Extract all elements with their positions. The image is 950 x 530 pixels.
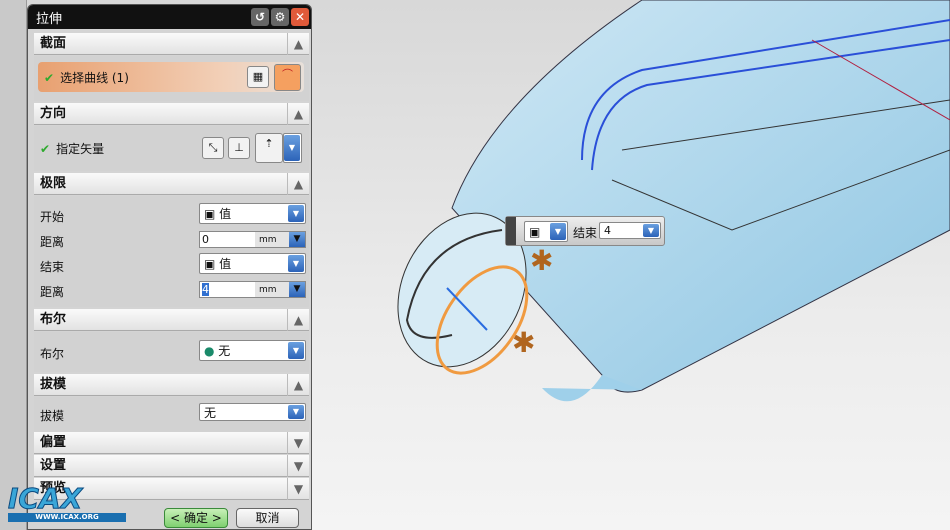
boolean-dropdown[interactable]: ● 无 ▼	[199, 340, 306, 361]
cube-icon: ▣	[204, 256, 220, 271]
limits-body: 开始 ▣ 值 ▼ 距离 0 mm ▼ 结束 ▣ 值 ▼ 距离 4 mm ▼	[34, 196, 309, 307]
svg-text:✱: ✱	[512, 326, 535, 359]
start-dropdown[interactable]: ▣ 值 ▼	[199, 203, 306, 224]
extrude-dialog: 拉伸 ↺ ⚙ ✕ 截面 ▲ ✔ 选择曲线 (1) ▦ ⌒ 方向 ▲ ✔ 指定矢量 ⤡ ⊥…	[27, 4, 312, 530]
boolean-none-icon: ●	[204, 343, 219, 358]
chevron-down-icon: ▼	[287, 432, 309, 454]
check-icon: ✔	[40, 142, 51, 156]
gear-icon[interactable]: ⚙	[271, 8, 289, 26]
section-header-limits[interactable]: 极限 ▲	[34, 173, 309, 195]
drag-handle[interactable]	[506, 217, 516, 245]
sketch-section-icon[interactable]: ▦	[247, 66, 269, 88]
close-icon[interactable]: ✕	[291, 8, 309, 26]
section-header-boolean[interactable]: 布尔 ▲	[34, 309, 309, 331]
end-label: 结束	[40, 260, 65, 274]
end-value-input[interactable]: 4 ▼	[599, 222, 661, 239]
check-icon: ✔	[44, 71, 55, 85]
model-viewport[interactable]: ✱ ✱	[312, 0, 950, 530]
draft-dropdown[interactable]: 无 ▼	[199, 403, 306, 421]
svg-text:✱: ✱	[530, 244, 553, 277]
watermark-logo: ICAX WWW.ICAX.ORG	[8, 484, 126, 525]
reset-icon[interactable]: ↺	[251, 8, 269, 26]
draft-body: 拔模 无 ▼	[34, 397, 309, 432]
section-header-section[interactable]: 截面 ▲	[34, 33, 309, 55]
vector-dialog-icon[interactable]: ⊥	[228, 137, 250, 159]
vector-dropdown[interactable]: ▼	[283, 133, 302, 163]
boolean-label: 布尔	[40, 347, 65, 361]
section-header-direction[interactable]: 方向 ▲	[34, 103, 309, 125]
section-header-offset[interactable]: 偏置 ▼	[34, 432, 309, 454]
start-distance-input[interactable]: 0 mm ▼	[199, 231, 306, 248]
left-strip	[0, 0, 27, 530]
section-body: ✔ 选择曲线 (1) ▦ ⌒	[34, 56, 309, 101]
distance1-label: 距离	[40, 235, 65, 249]
boolean-body: 布尔 ● 无 ▼	[34, 332, 309, 372]
section-header-settings[interactable]: 设置 ▼	[34, 455, 309, 477]
reverse-direction-icon[interactable]: ⤡	[202, 137, 224, 159]
chevron-down-icon: ▼	[287, 478, 309, 500]
floating-end-input: ▣ ▼ 结束 4 ▼	[505, 216, 665, 246]
chevron-up-icon: ▲	[287, 309, 309, 331]
start-label: 开始	[40, 210, 65, 224]
arrow-down-icon[interactable]: ▼	[289, 232, 305, 247]
title-bar: 拉伸 ↺ ⚙ ✕	[28, 5, 311, 29]
cube-icon: ▣	[529, 224, 541, 239]
end-label: 结束	[573, 226, 598, 240]
draft-label: 拔模	[40, 409, 65, 423]
end-distance-input[interactable]: 4 mm ▼	[199, 281, 306, 298]
chevron-up-icon: ▲	[287, 374, 309, 396]
distance2-label: 距离	[40, 285, 65, 299]
chevron-up-icon: ▲	[287, 103, 309, 125]
chevron-up-icon: ▲	[287, 173, 309, 195]
section-header-draft[interactable]: 拔模 ▲	[34, 374, 309, 396]
arrow-down-icon[interactable]: ▼	[289, 282, 305, 297]
vector-type-icon[interactable]: ⇡	[255, 133, 283, 163]
chevron-up-icon: ▲	[287, 33, 309, 55]
cube-icon: ▣	[204, 206, 220, 221]
curve-icon[interactable]: ⌒	[274, 64, 301, 91]
cancel-button[interactable]: 取消	[236, 508, 299, 528]
dialog-title: 拉伸	[36, 11, 63, 27]
ok-button[interactable]: < 确定 >	[164, 508, 228, 528]
end-dropdown[interactable]: ▣ 值 ▼	[199, 253, 306, 274]
direction-body: ✔ 指定矢量 ⤡ ⊥ ⇡ ▼	[34, 126, 309, 171]
end-type-dropdown[interactable]: ▣ ▼	[524, 221, 568, 242]
chevron-down-icon: ▼	[287, 455, 309, 477]
